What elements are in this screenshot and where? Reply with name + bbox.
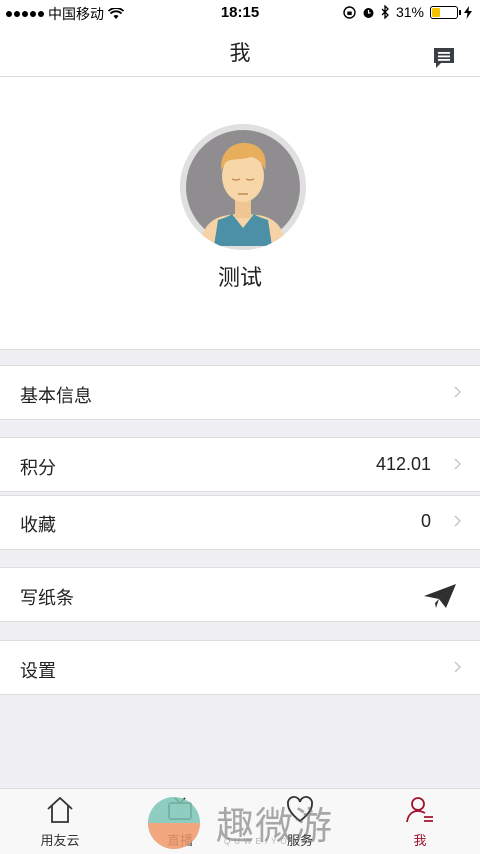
row-write-note[interactable]: 写纸条 (0, 567, 480, 622)
charging-icon (464, 5, 472, 19)
favorites-value: 0 (420, 511, 431, 531)
battery-icon (430, 5, 461, 19)
nav-bar: 我 (0, 26, 480, 77)
status-bar: 中国移动 18:15 31% (0, 0, 480, 26)
tab-service[interactable]: 服务 (240, 789, 360, 854)
tab-live[interactable]: 直播 (120, 789, 240, 854)
row-label: 设置 (20, 661, 56, 681)
page-title: 我 (229, 42, 251, 65)
profile-section: 测试 (0, 77, 480, 350)
tab-me[interactable]: 我 (360, 789, 480, 854)
tab-label: 我 (413, 833, 427, 848)
points-value: 412.01 (375, 454, 431, 474)
bluetooth-icon (381, 5, 389, 19)
row-points[interactable]: 积分 412.01 (0, 437, 480, 492)
paper-plane-icon[interactable] (422, 582, 458, 610)
home-icon (47, 796, 73, 823)
tab-home[interactable]: 用友云 (0, 789, 120, 854)
row-settings[interactable]: 设置 (0, 640, 480, 695)
battery-percent: 31% (395, 4, 424, 20)
tab-label: 服务 (286, 833, 313, 848)
tab-label: 用友云 (40, 833, 80, 848)
chevron-right-icon (454, 515, 462, 527)
avatar[interactable] (180, 124, 306, 250)
status-right: 31% (343, 4, 472, 20)
tab-bar: 用友云 直播 服务 我 (0, 788, 480, 854)
live-icon (168, 797, 192, 820)
row-label: 基本信息 (20, 386, 92, 406)
service-icon (287, 796, 313, 823)
chevron-right-icon (454, 458, 462, 470)
row-favorites[interactable]: 收藏 0 (0, 495, 480, 550)
username: 测试 (217, 265, 262, 290)
chevron-right-icon (454, 386, 462, 398)
tab-label: 直播 (166, 833, 193, 848)
chevron-right-icon (454, 661, 462, 673)
user-icon (406, 797, 433, 823)
divider (0, 495, 480, 496)
row-basic-info[interactable]: 基本信息 (0, 365, 480, 420)
orientation-lock-icon (343, 5, 356, 19)
row-label: 写纸条 (20, 588, 74, 608)
message-icon[interactable] (432, 46, 456, 70)
avatar-person-icon (180, 124, 306, 250)
row-label: 收藏 (20, 515, 56, 535)
alarm-icon (363, 7, 374, 18)
row-label: 积分 (20, 458, 56, 478)
